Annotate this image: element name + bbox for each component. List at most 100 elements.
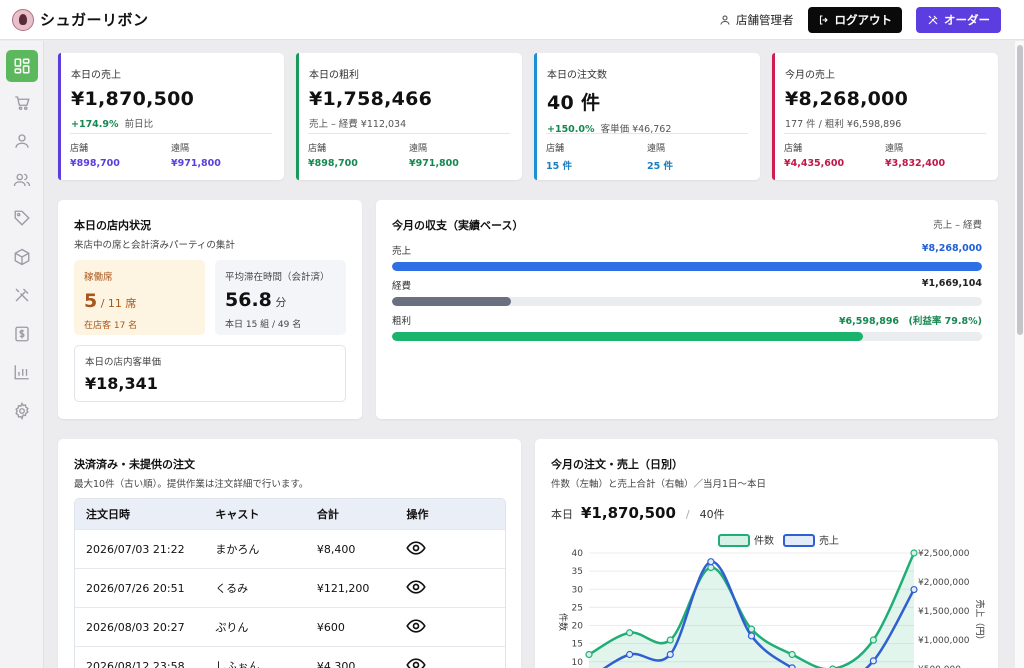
sidebar-item-settings[interactable] [6,395,38,427]
sidebar-item-users[interactable] [6,164,38,196]
remote-label: 遠隔 [647,144,666,154]
bar-chart-icon [14,365,29,380]
order-total: ¥8,400 [316,542,356,556]
balance-row: 売上 ¥8,268,000 [392,243,982,271]
view-eye-icon[interactable] [406,616,427,636]
remote-label: 遠隔 [409,144,428,154]
kpi-change: +174.9% [71,119,119,130]
card-accent [772,53,775,180]
balance-formula: 売上 – 経費 [933,220,982,231]
sales-point [869,657,877,665]
store-status-card: 本日の店内状況 来店中の席と会計済みパーティの集計 稼働席 5 / 11 席 在… [58,200,362,419]
store-label: 店舗 [784,144,803,154]
y-right-tick: ¥2,000,000 [918,578,970,588]
avg-stay-tile: 平均滞在時間（会計済） 56.8 分 本日 15 組 / 49 名 [215,260,346,335]
view-eye-icon[interactable] [406,655,427,668]
sales-point [747,632,756,640]
balance-track [392,297,982,306]
cart-icon [15,96,30,111]
column-header-action: 操作 [406,508,429,521]
remote-label: 遠隔 [885,144,904,154]
y-right-tick: ¥2,500,000 [918,549,970,559]
avg-spend-value: ¥18,341 [85,374,158,393]
logo[interactable] [12,8,34,31]
user-menu[interactable]: 店舗管理者 [719,12,794,28]
users-icon [13,173,31,187]
app-title[interactable]: シュガーリボン [40,9,149,30]
y-left-tick: 15 [572,640,583,650]
column-header-date[interactable]: 注文日時 [75,506,215,522]
kpi-card-today-profit: 本日の粗利 ¥1,758,466 売上 – 経費 ¥112,034 店舗 ¥898… [296,53,522,180]
stay-unit: 分 [275,296,287,309]
sidebar-item-finance[interactable] [6,318,38,350]
kpi-label: 本日の注文数 [547,70,607,81]
remote-value: ¥971,800 [171,158,221,169]
remote-value: ¥3,832,400 [885,158,946,169]
sales-point [707,558,715,566]
table-row[interactable]: 2026/08/12 23:58 しふぉん ¥4,300 [75,646,505,668]
sidebar-item-reports[interactable] [6,356,38,388]
order-total: ¥600 [316,620,345,634]
store-label: 店舗 [546,144,565,154]
sidebar-item-dashboard[interactable] [6,50,38,82]
balance-track [392,262,982,271]
remote-value: 25 件 [647,161,674,172]
user-icon [720,15,730,25]
count-point [910,549,918,557]
stay-sub: 本日 15 組 / 49 名 [225,320,302,330]
card-accent [296,53,299,180]
y-right-tick: ¥1,500,000 [918,607,970,617]
balance-fill [392,297,512,306]
table-row[interactable]: 2026/07/26 20:51 くるみ ¥121,200 [75,568,505,607]
box-icon [14,248,30,266]
sidebar-item-tags[interactable] [6,202,38,234]
sidebar-item-products[interactable] [6,241,38,273]
orders-table: 注文日時 キャスト 合計 操作 2026/07/03 21:22 まかろん ¥8… [74,498,506,668]
balance-title: 今月の収支（実績ベース） [392,219,524,232]
y-left-tick: 10 [572,658,584,668]
kpi-card-today-orders: 本日の注文数 40 件 +150.0% 客単価 ¥46,762 店舗 15 件 遠… [534,53,760,180]
count-point [626,629,634,637]
order-date: 2026/07/26 20:51 [86,581,185,595]
view-eye-icon[interactable] [406,577,427,597]
dashboard-icon [14,58,30,74]
table-row[interactable]: 2026/08/03 20:27 ぷりん ¥600 [75,607,505,646]
utensils-icon [928,15,938,24]
logout-button[interactable]: ログアウト [807,6,902,33]
count-point [869,636,877,644]
scrollbar[interactable] [1014,41,1024,668]
column-header-total[interactable]: 合計 [317,506,407,522]
column-header-cast[interactable]: キャスト [215,506,317,522]
order-total: ¥4,300 [316,659,356,668]
order-cast: まかろん [215,543,260,556]
daily-chart[interactable]: 件数売上403530252015105¥2,500,000¥2,000,000¥… [547,527,987,668]
kpi-label: 本日の売上 [71,70,121,81]
sales-point [910,585,918,594]
store-status-title: 本日の店内状況 [74,219,151,232]
sidebar-item-menu[interactable] [6,279,38,311]
orders-subtitle: 最大10件（古い順）。提供作業は注文詳細で行います。 [74,479,309,490]
utensils-icon [15,288,29,302]
table-row[interactable]: 2026/07/03 21:22 まかろん ¥8,400 [75,529,505,568]
balance-fill [392,262,982,271]
store-value: ¥898,700 [70,158,120,169]
gear-icon [15,402,29,420]
dollar-icon [15,326,29,342]
y-left-tick: 25 [572,603,583,613]
sidebar-item-user[interactable] [6,125,38,157]
card-accent [58,53,61,180]
kpi-card-today-sales: 本日の売上 ¥1,870,500 +174.9% 前日比 店舗 ¥898,700 … [58,53,284,180]
order-button[interactable]: オーダー [916,6,1001,33]
unserved-orders-card: 決済済み・未提供の注文 最大10件（古い順）。提供作業は注文詳細で行います。 注… [58,439,521,668]
store-label: 店舗 [308,144,327,154]
top-bar: シュガーリボン 店舗管理者 ログアウト オーダー [0,0,1024,40]
sidebar-item-cart[interactable] [6,87,38,119]
today-sales: ¥1,870,500 [581,504,676,522]
avg-spend-label: 本日の店内客単価 [85,357,162,368]
y-left-tick: 35 [572,567,583,577]
legend-swatch-count [718,534,750,547]
scrollbar-thumb[interactable] [1017,45,1023,335]
kpi-sub-text: 177 件 / 粗利 ¥6,598,896 [785,119,902,130]
occupied-seats-tile: 稼働席 5 / 11 席 在店客 17 名 [74,260,205,335]
view-eye-icon[interactable] [406,538,427,558]
